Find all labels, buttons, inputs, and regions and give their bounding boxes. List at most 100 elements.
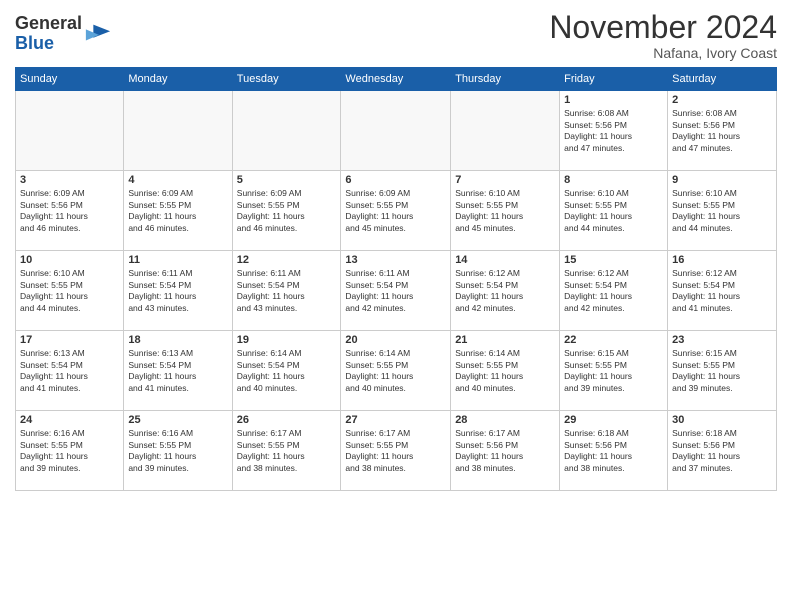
day-cell: 5 Sunrise: 6:09 AM Sunset: 5:55 PM Daylig… xyxy=(232,171,341,251)
day-number: 14 xyxy=(455,254,555,266)
day-cell xyxy=(451,91,560,171)
day-info: Sunrise: 6:16 AM Sunset: 5:55 PM Dayligh… xyxy=(128,428,227,474)
day-cell: 13 Sunrise: 6:11 AM Sunset: 5:54 PM Dayli… xyxy=(341,251,451,331)
week-row-1: 1 Sunrise: 6:08 AM Sunset: 5:56 PM Daylig… xyxy=(16,91,777,171)
day-cell: 25 Sunrise: 6:16 AM Sunset: 5:55 PM Dayli… xyxy=(124,411,232,491)
day-info: Sunrise: 6:14 AM Sunset: 5:55 PM Dayligh… xyxy=(455,348,555,394)
day-cell: 15Sunrise: 6:12 AM Sunset: 5:54 PM Dayli… xyxy=(560,251,668,331)
day-number: 13 xyxy=(345,254,446,266)
day-number: 11 xyxy=(128,254,227,266)
calendar-table: SundayMondayTuesdayWednesdayThursdayFrid… xyxy=(15,67,777,491)
day-number: 20 xyxy=(345,334,446,346)
day-info: Sunrise: 6:09 AM Sunset: 5:55 PM Dayligh… xyxy=(128,188,227,234)
day-cell: 28 Sunrise: 6:17 AM Sunset: 5:56 PM Dayli… xyxy=(451,411,560,491)
day-info: Sunrise: 6:15 AM Sunset: 5:55 PM Dayligh… xyxy=(672,348,772,394)
day-number: 3 xyxy=(20,174,119,186)
day-cell: 9 Sunrise: 6:10 AM Sunset: 5:55 PM Daylig… xyxy=(668,171,777,251)
logo-general: General xyxy=(15,13,82,33)
header: General Blue November 2024 Nafana, Ivory… xyxy=(15,10,777,61)
day-info: Sunrise: 6:17 AM Sunset: 5:56 PM Dayligh… xyxy=(455,428,555,474)
day-cell: 27 Sunrise: 6:17 AM Sunset: 5:55 PM Dayli… xyxy=(341,411,451,491)
day-number: 10 xyxy=(20,254,119,266)
day-info: Sunrise: 6:09 AM Sunset: 5:55 PM Dayligh… xyxy=(237,188,337,234)
day-number: 16 xyxy=(672,254,772,266)
day-info: Sunrise: 6:17 AM Sunset: 5:55 PM Dayligh… xyxy=(345,428,446,474)
day-number: 25 xyxy=(128,414,227,426)
day-cell xyxy=(341,91,451,171)
month-title: November 2024 xyxy=(549,10,777,45)
day-number: 17 xyxy=(20,334,119,346)
day-number: 7 xyxy=(455,174,555,186)
day-cell xyxy=(232,91,341,171)
day-cell: 12Sunrise: 6:11 AM Sunset: 5:54 PM Dayli… xyxy=(232,251,341,331)
week-row-3: 10 Sunrise: 6:10 AM Sunset: 5:55 PM Dayli… xyxy=(16,251,777,331)
week-row-2: 3 Sunrise: 6:09 AM Sunset: 5:56 PM Daylig… xyxy=(16,171,777,251)
day-cell: 8Sunrise: 6:10 AM Sunset: 5:55 PM Daylig… xyxy=(560,171,668,251)
day-info: Sunrise: 6:08 AM Sunset: 5:56 PM Dayligh… xyxy=(564,108,663,154)
title-block: November 2024 Nafana, Ivory Coast xyxy=(549,10,777,61)
day-cell: 1 Sunrise: 6:08 AM Sunset: 5:56 PM Daylig… xyxy=(560,91,668,171)
day-cell: 26 Sunrise: 6:17 AM Sunset: 5:55 PM Dayli… xyxy=(232,411,341,491)
day-number: 26 xyxy=(237,414,337,426)
col-header-wednesday: Wednesday xyxy=(341,68,451,91)
day-number: 12 xyxy=(237,254,337,266)
week-row-4: 17 Sunrise: 6:13 AM Sunset: 5:54 PM Dayli… xyxy=(16,331,777,411)
logo-text: General Blue xyxy=(15,14,82,54)
day-cell: 30Sunrise: 6:18 AM Sunset: 5:56 PM Dayli… xyxy=(668,411,777,491)
day-info: Sunrise: 6:09 AM Sunset: 5:56 PM Dayligh… xyxy=(20,188,119,234)
day-cell: 18Sunrise: 6:13 AM Sunset: 5:54 PM Dayli… xyxy=(124,331,232,411)
day-info: Sunrise: 6:17 AM Sunset: 5:55 PM Dayligh… xyxy=(237,428,337,474)
day-cell: 14 Sunrise: 6:12 AM Sunset: 5:54 PM Dayli… xyxy=(451,251,560,331)
day-info: Sunrise: 6:12 AM Sunset: 5:54 PM Dayligh… xyxy=(564,268,663,314)
location: Nafana, Ivory Coast xyxy=(549,45,777,61)
day-info: Sunrise: 6:12 AM Sunset: 5:54 PM Dayligh… xyxy=(672,268,772,314)
day-cell: 4Sunrise: 6:09 AM Sunset: 5:55 PM Daylig… xyxy=(124,171,232,251)
logo-blue: Blue xyxy=(15,33,54,53)
day-number: 2 xyxy=(672,94,772,106)
day-cell: 6 Sunrise: 6:09 AM Sunset: 5:55 PM Daylig… xyxy=(341,171,451,251)
day-info: Sunrise: 6:10 AM Sunset: 5:55 PM Dayligh… xyxy=(672,188,772,234)
day-cell: 3 Sunrise: 6:09 AM Sunset: 5:56 PM Daylig… xyxy=(16,171,124,251)
col-header-tuesday: Tuesday xyxy=(232,68,341,91)
day-number: 5 xyxy=(237,174,337,186)
day-number: 23 xyxy=(672,334,772,346)
day-number: 24 xyxy=(20,414,119,426)
day-number: 1 xyxy=(564,94,663,106)
day-info: Sunrise: 6:13 AM Sunset: 5:54 PM Dayligh… xyxy=(128,348,227,394)
day-number: 27 xyxy=(345,414,446,426)
day-number: 30 xyxy=(672,414,772,426)
day-info: Sunrise: 6:08 AM Sunset: 5:56 PM Dayligh… xyxy=(672,108,772,154)
day-cell: 7 Sunrise: 6:10 AM Sunset: 5:55 PM Daylig… xyxy=(451,171,560,251)
day-info: Sunrise: 6:10 AM Sunset: 5:55 PM Dayligh… xyxy=(455,188,555,234)
day-info: Sunrise: 6:10 AM Sunset: 5:55 PM Dayligh… xyxy=(20,268,119,314)
day-number: 28 xyxy=(455,414,555,426)
day-cell: 22 Sunrise: 6:15 AM Sunset: 5:55 PM Dayli… xyxy=(560,331,668,411)
day-number: 19 xyxy=(237,334,337,346)
day-info: Sunrise: 6:16 AM Sunset: 5:55 PM Dayligh… xyxy=(20,428,119,474)
day-number: 22 xyxy=(564,334,663,346)
day-cell: 23 Sunrise: 6:15 AM Sunset: 5:55 PM Dayli… xyxy=(668,331,777,411)
day-number: 9 xyxy=(672,174,772,186)
col-header-thursday: Thursday xyxy=(451,68,560,91)
day-cell: 17 Sunrise: 6:13 AM Sunset: 5:54 PM Dayli… xyxy=(16,331,124,411)
page: General Blue November 2024 Nafana, Ivory… xyxy=(0,0,792,501)
day-cell xyxy=(16,91,124,171)
day-info: Sunrise: 6:11 AM Sunset: 5:54 PM Dayligh… xyxy=(345,268,446,314)
day-cell: 19 Sunrise: 6:14 AM Sunset: 5:54 PM Dayli… xyxy=(232,331,341,411)
week-row-5: 24 Sunrise: 6:16 AM Sunset: 5:55 PM Dayli… xyxy=(16,411,777,491)
day-info: Sunrise: 6:11 AM Sunset: 5:54 PM Dayligh… xyxy=(128,268,227,314)
day-info: Sunrise: 6:12 AM Sunset: 5:54 PM Dayligh… xyxy=(455,268,555,314)
day-info: Sunrise: 6:13 AM Sunset: 5:54 PM Dayligh… xyxy=(20,348,119,394)
day-info: Sunrise: 6:18 AM Sunset: 5:56 PM Dayligh… xyxy=(564,428,663,474)
col-header-monday: Monday xyxy=(124,68,232,91)
day-info: Sunrise: 6:09 AM Sunset: 5:55 PM Dayligh… xyxy=(345,188,446,234)
day-info: Sunrise: 6:14 AM Sunset: 5:54 PM Dayligh… xyxy=(237,348,337,394)
day-info: Sunrise: 6:15 AM Sunset: 5:55 PM Dayligh… xyxy=(564,348,663,394)
day-number: 6 xyxy=(345,174,446,186)
day-info: Sunrise: 6:10 AM Sunset: 5:55 PM Dayligh… xyxy=(564,188,663,234)
col-header-saturday: Saturday xyxy=(668,68,777,91)
day-cell xyxy=(124,91,232,171)
logo: General Blue xyxy=(15,14,112,54)
day-cell: 20Sunrise: 6:14 AM Sunset: 5:55 PM Dayli… xyxy=(341,331,451,411)
day-cell: 24 Sunrise: 6:16 AM Sunset: 5:55 PM Dayli… xyxy=(16,411,124,491)
